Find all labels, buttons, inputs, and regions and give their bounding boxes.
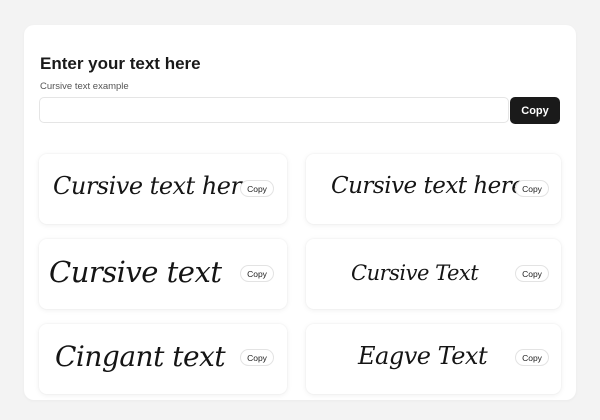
page-title: Enter your text here [40,54,201,73]
input-label: Cursive text example [40,81,129,92]
copy-style-button[interactable]: Copy [240,265,274,282]
cursive-sample: Cingant text [55,340,226,373]
style-card[interactable]: Cursive text Copy [39,239,287,309]
style-card[interactable]: Cursive text here Copy [306,154,561,224]
copy-style-button[interactable]: Copy [515,180,549,197]
cursive-sample: Cursive Text [351,261,479,285]
cursive-sample: Eagve Text [358,342,488,370]
copy-button[interactable]: Copy [510,97,560,124]
copy-style-button[interactable]: Copy [240,349,274,366]
style-card[interactable]: Cursive Text Copy [306,239,561,309]
style-card[interactable]: Cingant text Copy [39,324,287,394]
copy-style-button[interactable]: Copy [515,349,549,366]
style-card[interactable]: Eagve Text Copy [306,324,561,394]
copy-style-button[interactable]: Copy [515,265,549,282]
cursive-sample: Cursive text here [53,172,256,200]
text-input[interactable] [39,97,509,123]
copy-style-button[interactable]: Copy [240,180,274,197]
cursive-sample: Cursive text [49,255,222,289]
cursive-sample: Cursive text here [331,173,525,199]
style-card[interactable]: Cursive text here Copy [39,154,287,224]
